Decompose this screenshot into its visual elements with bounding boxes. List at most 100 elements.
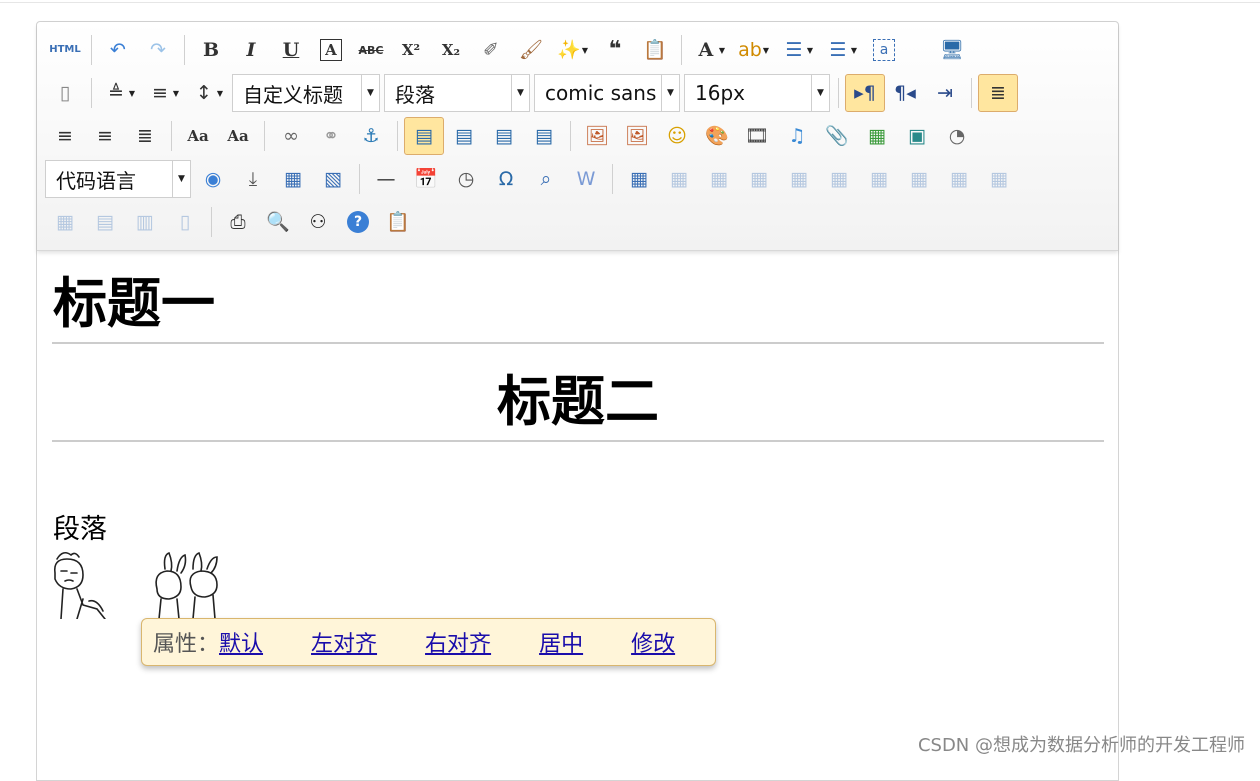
insert-row-button[interactable]: ▦ [739,160,779,198]
redo-button[interactable]: ↷ [138,31,178,69]
align-right-link[interactable]: 右对齐 [425,626,491,658]
lowercase-icon: Aa [227,126,249,145]
time-button[interactable]: ◷ [446,160,486,198]
printer-icon: ⎙ [230,210,246,233]
insert-code-button[interactable]: ◔ [937,117,977,155]
unordered-list-button[interactable]: ☰ ▼ [820,31,864,69]
attachment-button[interactable]: 📎 [817,117,857,155]
underline-button[interactable]: U [271,31,311,69]
drafts-button[interactable]: 📋 [378,203,418,241]
search-replace-button[interactable]: ⌕ [526,160,566,198]
format-match-button[interactable]: 🖌 [511,31,551,69]
chart-button[interactable]: ▯ [165,203,205,241]
justify-center-button[interactable]: ≡ [45,117,85,155]
toolbar-separator [397,121,398,151]
preview-button[interactable]: 🖥 [932,31,972,69]
auto-typeset-button[interactable]: ✨ ▼ [551,31,595,69]
source-html-button[interactable]: HTML [45,31,85,69]
select-all-button[interactable]: a [864,31,904,69]
remove-format-button[interactable]: ✐ [471,31,511,69]
back-color-button[interactable]: ab ▼ [732,31,776,69]
unlink-button[interactable]: ⚭ [311,117,351,155]
new-document-button[interactable]: ▯ [45,74,85,112]
unlink-icon: ⚭ [323,124,339,147]
preview-zoom-button[interactable]: 🔍 [258,203,298,241]
page-break-button[interactable]: ⤓ [233,160,273,198]
code-language-select[interactable]: 代码语言 ▼ [45,160,191,198]
justify-full-button[interactable]: ≣ [125,117,165,155]
inserted-image[interactable] [53,549,238,620]
background-button[interactable]: ▧ [313,160,353,198]
merge-down-button[interactable]: ▦ [979,160,1019,198]
insert-col-button[interactable]: ▦ [819,160,859,198]
superscript-button[interactable]: X² [391,31,431,69]
image-left-button[interactable]: ▤ [444,117,484,155]
anchor-button[interactable]: ⚓ [351,117,391,155]
align-left-link[interactable]: 左对齐 [311,626,377,658]
font-color-button[interactable]: A ▼ [688,31,732,69]
delete-col-button[interactable]: ▦ [859,160,899,198]
indent-button[interactable]: ⇥ [925,74,965,112]
split-to-rows-button[interactable]: ▤ [85,203,125,241]
row-spacing-top-button[interactable]: ≜ ▼ [98,74,142,112]
italic-button[interactable]: I [231,31,271,69]
subscript-button[interactable]: X₂ [431,31,471,69]
split-to-cells-button[interactable]: ▦ [45,203,85,241]
heading-one: 标题一 [53,272,215,335]
ordered-list-button[interactable]: ☰ ▼ [776,31,820,69]
music-button[interactable]: ♫ [777,117,817,155]
gmap-button[interactable]: ▦ [857,117,897,155]
simple-upload-button[interactable]: 🖼 [577,117,617,155]
ltr-direction-button[interactable]: ▸¶ [845,74,885,112]
justify-left-button[interactable]: ≣ [978,74,1018,112]
emotion-button[interactable]: ☺ [657,117,697,155]
blockquote-button[interactable]: ❝ [595,31,635,69]
line-height-button[interactable]: ↕ ▼ [186,74,230,112]
search-button[interactable]: ⚇ [298,203,338,241]
insert-image-button[interactable]: 🖼 [617,117,657,155]
rtl-direction-button[interactable]: ¶◂ [885,74,925,112]
font-size-select[interactable]: 16px ▼ [684,74,830,112]
justify-right-button[interactable]: ≡ [85,117,125,155]
template-button[interactable]: ▦ [273,160,313,198]
font-family-select[interactable]: comic sans ▼ [534,74,680,112]
delete-row-button[interactable]: ▦ [779,160,819,198]
scrawl-button[interactable]: 🎨 [697,117,737,155]
chevron-down-icon: ▼ [718,45,726,55]
font-border-button[interactable]: A [311,31,351,69]
undo-button[interactable]: ↶ [98,31,138,69]
heading-two-rule [52,440,1104,442]
insert-frame-button[interactable]: ▣ [897,117,937,155]
align-center-link[interactable]: 居中 [539,626,583,658]
insert-paragraph-before-table-button[interactable]: ▦ [699,160,739,198]
help-button[interactable]: ? [338,203,378,241]
paragraph-select[interactable]: 段落 ▼ [384,74,530,112]
insert-video-button[interactable]: 🎞 [737,117,777,155]
row-spacing-bottom-button[interactable]: ≡ ▼ [142,74,186,112]
paste-plain-button[interactable]: 📋 [635,31,675,69]
to-uppercase-button[interactable]: Aa [178,117,218,155]
merge-cells-button[interactable]: ▦ [899,160,939,198]
image-left-icon: ▤ [455,124,473,147]
web-app-button[interactable]: ◉ [193,160,233,198]
date-button[interactable]: 📅 [406,160,446,198]
merge-right-button[interactable]: ▦ [939,160,979,198]
bold-button[interactable]: B [191,31,231,69]
word-image-button[interactable]: W [566,160,606,198]
to-lowercase-button[interactable]: Aa [218,117,258,155]
align-default-link[interactable]: 默认 [219,626,263,658]
modify-image-link[interactable]: 修改 [631,626,675,658]
toolbar-separator [91,35,92,65]
strikethrough-button[interactable]: ABC [351,31,391,69]
insert-table-button[interactable]: ▦ [619,160,659,198]
image-none-button[interactable]: ▤ [404,117,444,155]
delete-table-button[interactable]: ▦ [659,160,699,198]
custom-style-select[interactable]: 自定义标题 ▼ [232,74,380,112]
split-to-cols-button[interactable]: ▥ [125,203,165,241]
horizontal-rule-button[interactable]: — [366,160,406,198]
special-chars-button[interactable]: Ω [486,160,526,198]
link-button[interactable]: ∞ [271,117,311,155]
print-button[interactable]: ⎙ [218,203,258,241]
image-center-button[interactable]: ▤ [524,117,564,155]
image-right-button[interactable]: ▤ [484,117,524,155]
